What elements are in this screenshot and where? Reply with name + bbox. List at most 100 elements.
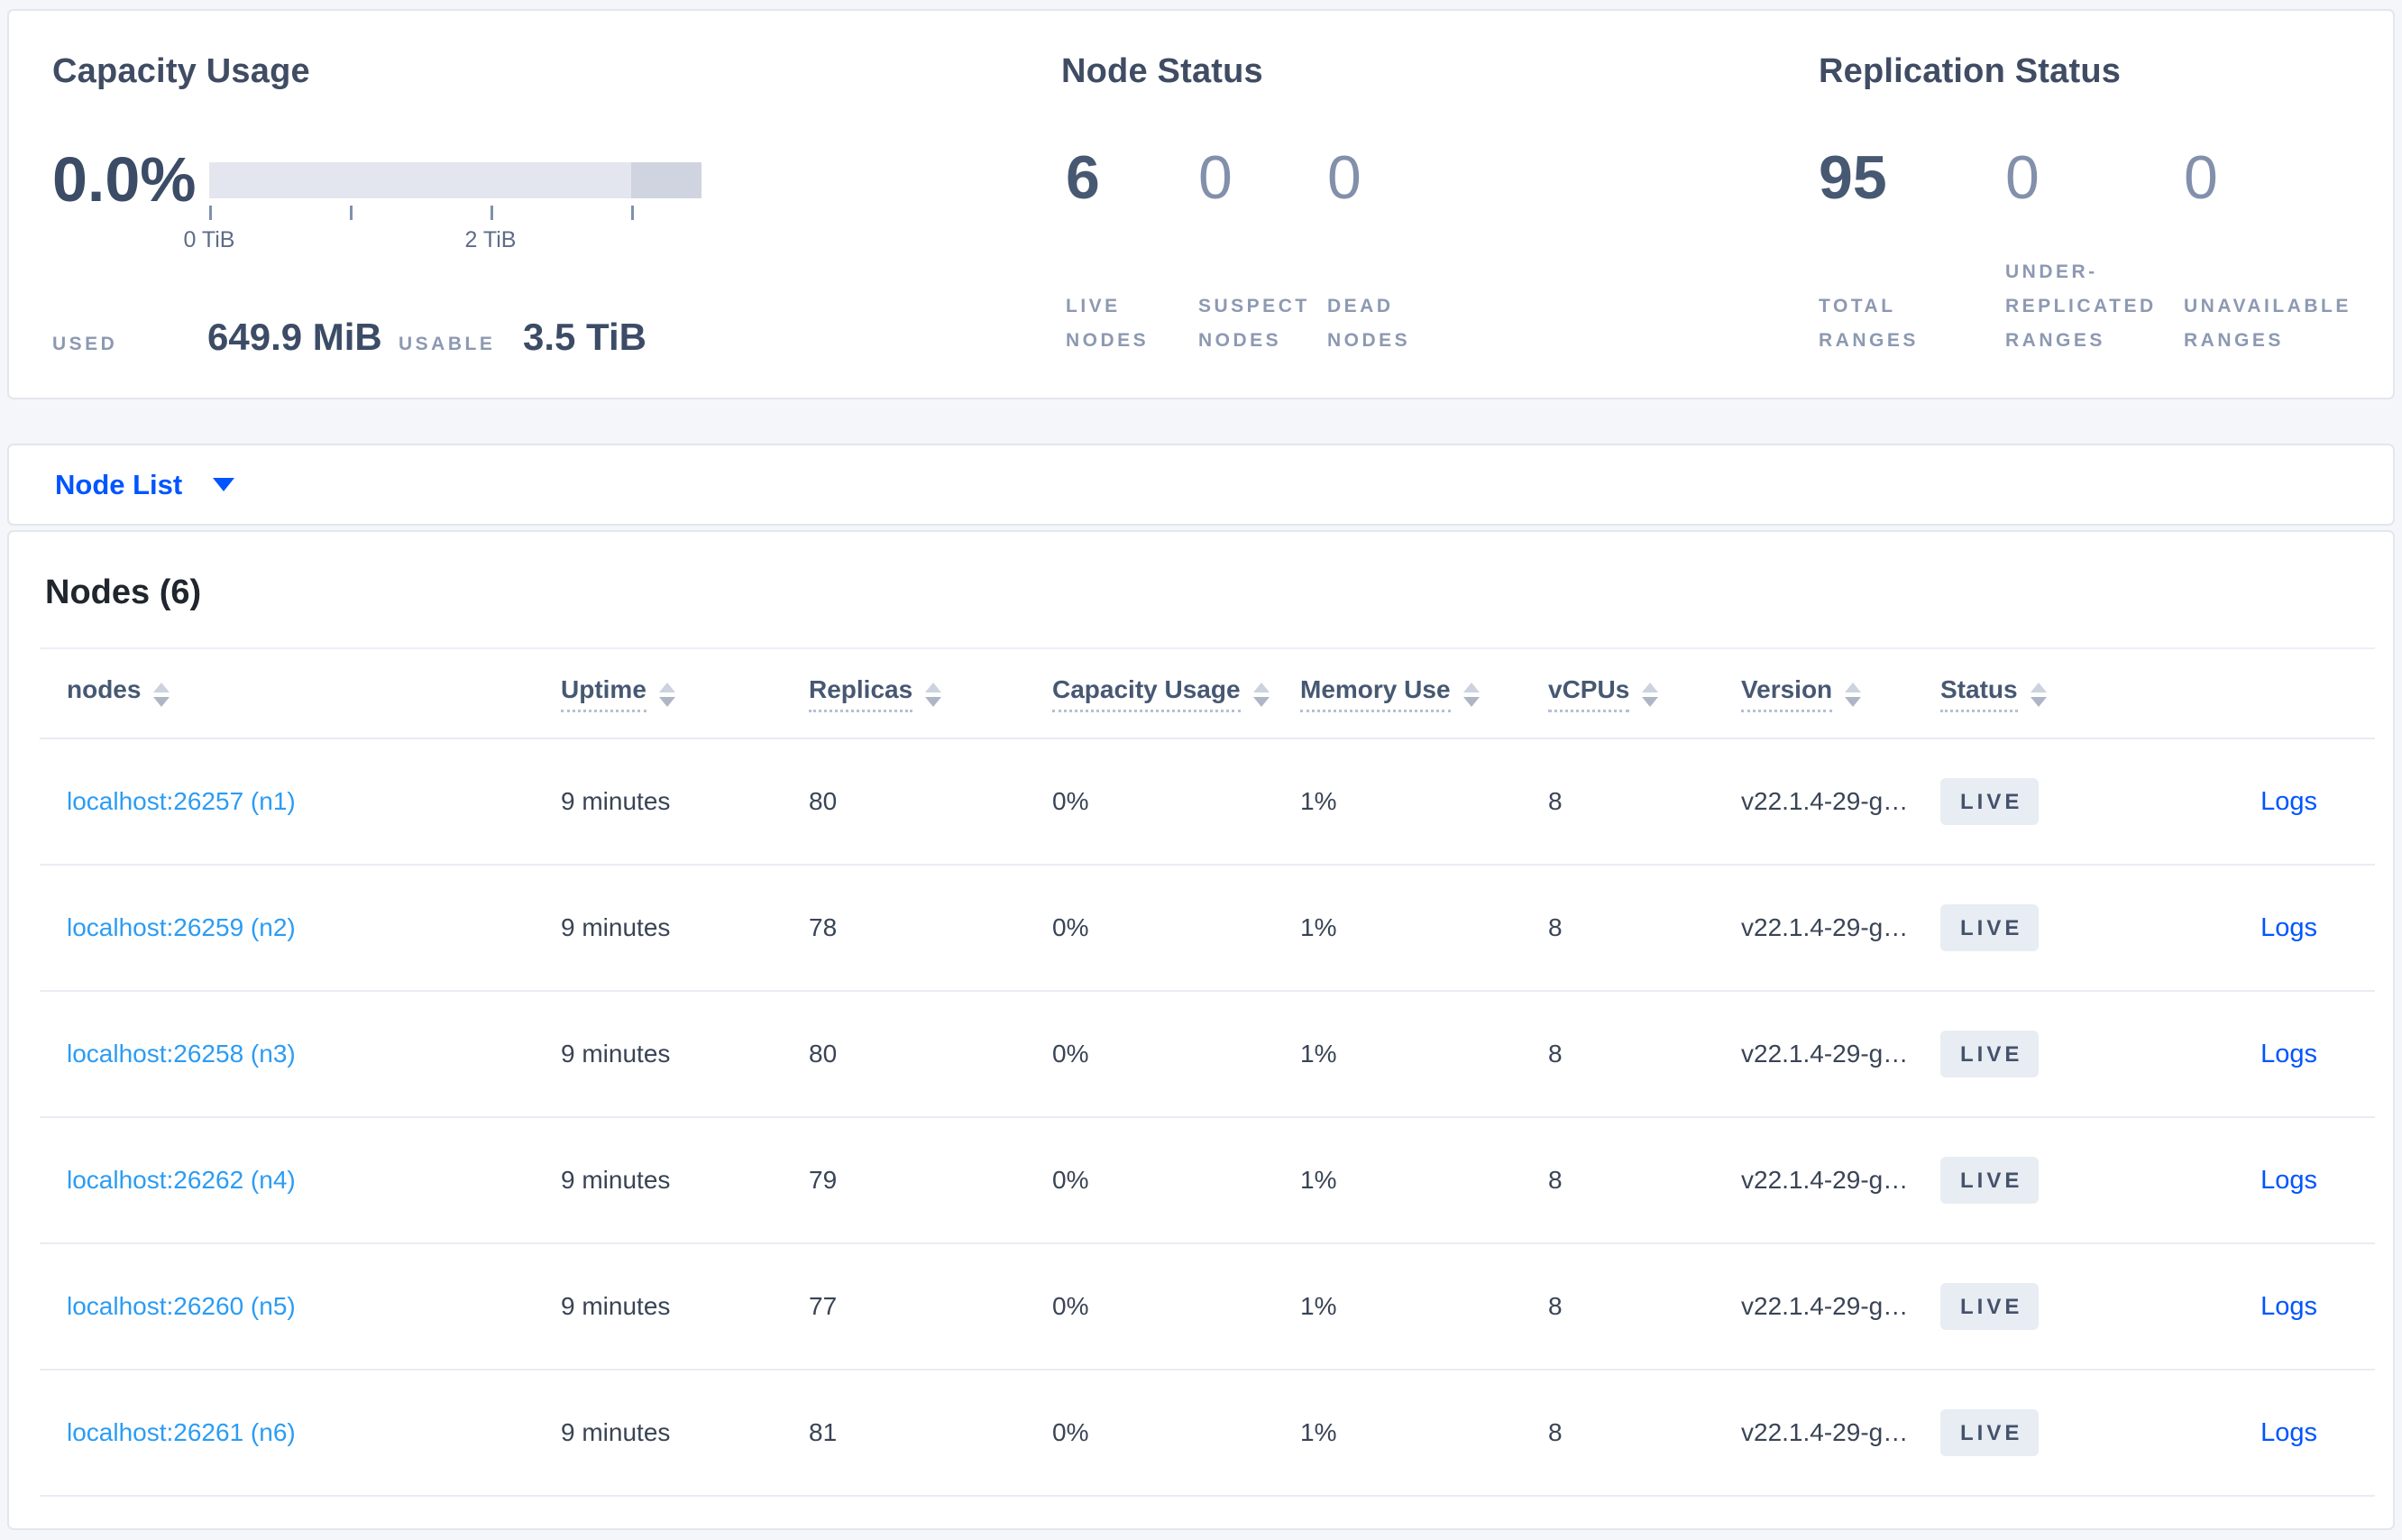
column-header-uptime[interactable]: Uptime bbox=[561, 675, 646, 712]
capacity-axis-tick bbox=[350, 206, 353, 220]
uptime-cell: 9 minutes bbox=[561, 1166, 671, 1194]
node-link[interactable]: localhost:26258 (n3) bbox=[67, 1040, 296, 1068]
uptime-cell: 9 minutes bbox=[561, 1292, 671, 1320]
node-list-dropdown-label: Node List bbox=[55, 468, 183, 500]
replicas-cell: 80 bbox=[809, 1040, 838, 1068]
memory-use-cell: 1% bbox=[1300, 787, 1337, 815]
table-row: localhost:26260 (n5) 9 minutes 77 0% 1% … bbox=[40, 1243, 2375, 1370]
node-link[interactable]: localhost:26257 (n1) bbox=[67, 787, 296, 815]
under-replicated-ranges-metric: 0 UNDER- REPLICATED RANGES bbox=[2005, 11, 2182, 398]
replicas-cell: 81 bbox=[809, 1418, 838, 1446]
vcpus-cell: 8 bbox=[1548, 913, 1563, 941]
status-badge: LIVE bbox=[1940, 1283, 2040, 1330]
cluster-summary-card: Capacity Usage 0.0% 0 TiB 2 TiB USED 649… bbox=[7, 9, 2395, 399]
status-badge: LIVE bbox=[1940, 778, 2040, 825]
version-cell: v22.1.4-29-g… bbox=[1741, 913, 1909, 941]
uptime-cell: 9 minutes bbox=[561, 1418, 671, 1446]
total-ranges-metric: 95 TOTAL RANGES bbox=[1819, 11, 1999, 398]
logs-link[interactable]: Logs bbox=[2260, 787, 2317, 816]
live-nodes-label: LIVE NODES bbox=[1066, 296, 1150, 351]
table-row: localhost:26259 (n2) 9 minutes 78 0% 1% … bbox=[40, 865, 2375, 991]
table-row: localhost:26258 (n3) 9 minutes 80 0% 1% … bbox=[40, 991, 2375, 1117]
capacity-axis-tick bbox=[209, 206, 212, 220]
memory-use-cell: 1% bbox=[1300, 913, 1337, 941]
column-header-vcpus[interactable]: vCPUs bbox=[1548, 675, 1630, 712]
table-row: localhost:26262 (n4) 9 minutes 79 0% 1% … bbox=[40, 1117, 2375, 1243]
logs-link[interactable]: Logs bbox=[2260, 1292, 2317, 1321]
capacity-usage-cell: 0% bbox=[1052, 1292, 1089, 1320]
node-link[interactable]: localhost:26261 (n6) bbox=[67, 1418, 296, 1446]
dead-nodes-metric: 0 DEAD NODES bbox=[1327, 11, 1481, 398]
dead-nodes-label: DEAD NODES bbox=[1327, 296, 1411, 351]
suspect-nodes-metric: 0 SUSPECT NODES bbox=[1198, 11, 1327, 398]
sort-icon[interactable] bbox=[658, 682, 675, 707]
column-header-capacity-usage[interactable]: Capacity Usage bbox=[1052, 675, 1241, 712]
logs-link[interactable]: Logs bbox=[2260, 1166, 2317, 1195]
version-cell: v22.1.4-29-g… bbox=[1741, 1040, 1909, 1068]
uptime-cell: 9 minutes bbox=[561, 913, 671, 941]
sort-icon[interactable] bbox=[925, 682, 942, 707]
capacity-usage-cell: 0% bbox=[1052, 913, 1089, 941]
logs-link[interactable]: Logs bbox=[2260, 1040, 2317, 1068]
sort-icon[interactable] bbox=[1462, 682, 1480, 707]
sort-icon[interactable] bbox=[153, 682, 170, 707]
memory-use-cell: 1% bbox=[1300, 1040, 1337, 1068]
capacity-usage-percent: 0.0% bbox=[52, 144, 197, 215]
column-header-replicas[interactable]: Replicas bbox=[809, 675, 913, 712]
node-link[interactable]: localhost:26259 (n2) bbox=[67, 913, 296, 941]
vcpus-cell: 8 bbox=[1548, 1040, 1563, 1068]
used-label: USED bbox=[52, 334, 118, 354]
status-badge: LIVE bbox=[1940, 1157, 2040, 1204]
node-link[interactable]: localhost:26262 (n4) bbox=[67, 1166, 296, 1194]
live-nodes-metric: 6 LIVE NODES bbox=[1066, 11, 1197, 398]
total-ranges-value: 95 bbox=[1819, 143, 1887, 212]
vcpus-cell: 8 bbox=[1548, 1166, 1563, 1194]
chevron-down-icon bbox=[213, 478, 235, 491]
column-header-version[interactable]: Version bbox=[1741, 675, 1833, 712]
view-selector-bar: Node List bbox=[7, 444, 2395, 526]
vcpus-cell: 8 bbox=[1548, 1292, 1563, 1320]
unavailable-ranges-metric: 0 UNAVAILABLE RANGES bbox=[2184, 11, 2391, 398]
node-link[interactable]: localhost:26260 (n5) bbox=[67, 1292, 296, 1320]
sort-icon[interactable] bbox=[1252, 682, 1270, 707]
status-badge: LIVE bbox=[1940, 1409, 2040, 1456]
dead-nodes-value: 0 bbox=[1327, 143, 1361, 212]
logs-link[interactable]: Logs bbox=[2260, 913, 2317, 942]
under-replicated-ranges-label: UNDER- REPLICATED RANGES bbox=[2005, 261, 2157, 351]
capacity-usage-title: Capacity Usage bbox=[52, 52, 310, 90]
logs-link[interactable]: Logs bbox=[2260, 1418, 2317, 1447]
memory-use-cell: 1% bbox=[1300, 1166, 1337, 1194]
replicas-cell: 80 bbox=[809, 787, 838, 815]
unavailable-ranges-value: 0 bbox=[2184, 143, 2218, 212]
column-header-memory-use[interactable]: Memory Use bbox=[1300, 675, 1451, 712]
status-badge: LIVE bbox=[1940, 904, 2040, 951]
replicas-cell: 77 bbox=[809, 1292, 838, 1320]
memory-use-cell: 1% bbox=[1300, 1292, 1337, 1320]
node-list-dropdown[interactable]: Node List bbox=[55, 445, 235, 524]
sort-icon[interactable] bbox=[2030, 682, 2047, 707]
column-header-status[interactable]: Status bbox=[1940, 675, 2018, 712]
table-row: localhost:26257 (n1) 9 minutes 80 0% 1% … bbox=[40, 738, 2375, 865]
total-ranges-label: TOTAL RANGES bbox=[1819, 296, 1919, 351]
version-cell: v22.1.4-29-g… bbox=[1741, 1166, 1909, 1194]
suspect-nodes-value: 0 bbox=[1198, 143, 1233, 212]
capacity-axis-label: 2 TiB bbox=[464, 227, 517, 252]
sort-icon[interactable] bbox=[1642, 682, 1659, 707]
nodes-table-title: Nodes (6) bbox=[45, 573, 202, 611]
under-replicated-ranges-value: 0 bbox=[2005, 143, 2040, 212]
replicas-cell: 79 bbox=[809, 1166, 838, 1194]
version-cell: v22.1.4-29-g… bbox=[1741, 1292, 1909, 1320]
table-row: localhost:26261 (n6) 9 minutes 81 0% 1% … bbox=[40, 1370, 2375, 1496]
capacity-used-row: USED 649.9 MiB USABLE 3.5 TiB bbox=[52, 316, 646, 359]
capacity-usage-cell: 0% bbox=[1052, 1166, 1089, 1194]
uptime-cell: 9 minutes bbox=[561, 1040, 671, 1068]
suspect-nodes-label: SUSPECT NODES bbox=[1198, 296, 1310, 351]
status-badge: LIVE bbox=[1940, 1031, 2040, 1077]
vcpus-cell: 8 bbox=[1548, 787, 1563, 815]
sort-icon[interactable] bbox=[1845, 682, 1862, 707]
nodes-table: nodes Uptime Replicas Capacity Usage Mem… bbox=[40, 647, 2375, 1497]
capacity-usage-cell: 0% bbox=[1052, 1040, 1089, 1068]
usable-label: USABLE bbox=[399, 334, 496, 354]
used-value: 649.9 MiB bbox=[207, 316, 382, 358]
column-header-nodes[interactable]: nodes bbox=[67, 675, 141, 712]
